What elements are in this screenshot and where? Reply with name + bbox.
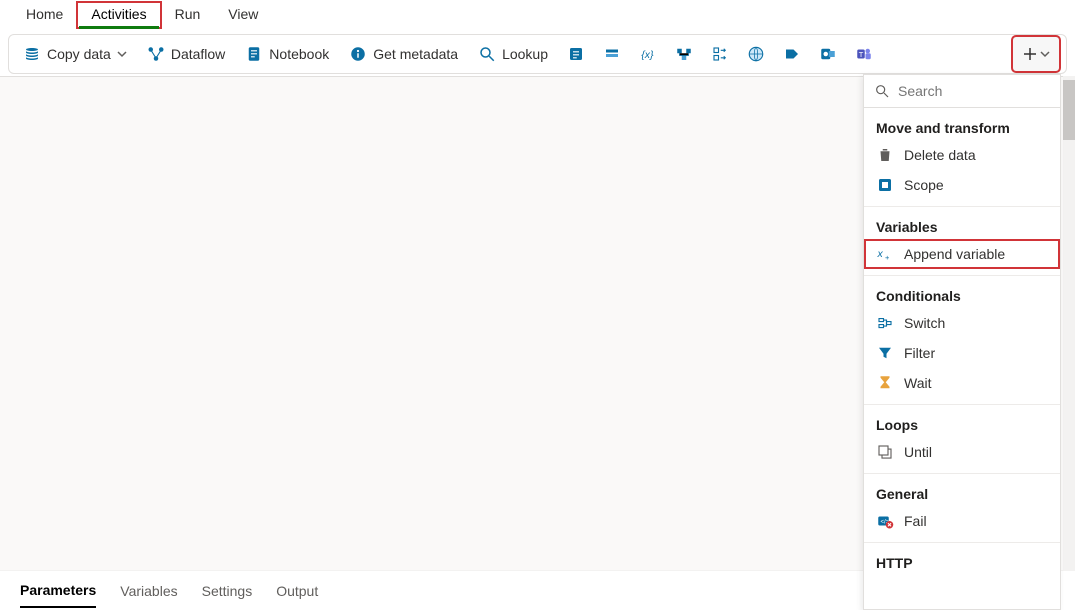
activities-toolbar: Copy data Dataflow Notebook Get metadata…: [8, 34, 1067, 74]
plus-icon: [1022, 46, 1038, 62]
section-general: General </> Fail: [864, 474, 1060, 543]
invoke-pipeline-button[interactable]: [776, 38, 808, 70]
add-activity-button[interactable]: [1012, 36, 1060, 72]
set-variable-button[interactable]: {x}: [632, 38, 664, 70]
section-title-variables: Variables: [864, 213, 1060, 239]
script-activity-button[interactable]: [560, 38, 592, 70]
tab-run[interactable]: Run: [161, 2, 215, 28]
web-activity-button[interactable]: [740, 38, 772, 70]
stored-procedure-icon: [603, 45, 621, 63]
notebook-label: Notebook: [269, 46, 329, 62]
stored-procedure-button[interactable]: [596, 38, 628, 70]
lookup-button[interactable]: Lookup: [470, 41, 556, 67]
section-http: HTTP: [864, 543, 1060, 581]
section-loops: Loops Until: [864, 405, 1060, 474]
variable-icon: {x}: [639, 45, 657, 63]
foreach-icon: [711, 45, 729, 63]
toolbar-container: Copy data Dataflow Notebook Get metadata…: [0, 30, 1075, 78]
invoke-pipeline-icon: [783, 45, 801, 63]
item-until[interactable]: Until: [864, 437, 1060, 467]
item-switch[interactable]: Switch: [864, 308, 1060, 338]
dataflow-label: Dataflow: [171, 46, 225, 62]
activity-dropdown-panel: Move and transform Delete data Scope Var…: [863, 74, 1061, 610]
script-icon: [567, 45, 585, 63]
foreach-button[interactable]: [704, 38, 736, 70]
section-title-loops: Loops: [864, 411, 1060, 437]
item-filter[interactable]: Filter: [864, 338, 1060, 368]
item-append-variable[interactable]: x+ Append variable: [864, 239, 1060, 269]
item-switch-label: Switch: [904, 315, 945, 331]
fail-icon: </>: [876, 512, 894, 530]
tab-parameters[interactable]: Parameters: [20, 574, 96, 608]
search-input[interactable]: [898, 83, 1050, 99]
lookup-label: Lookup: [502, 46, 548, 62]
teams-icon: T: [855, 45, 873, 63]
svg-text:T: T: [859, 50, 864, 59]
dataflow-button[interactable]: Dataflow: [139, 41, 233, 67]
info-icon: [349, 45, 367, 63]
item-wait[interactable]: Wait: [864, 368, 1060, 398]
section-variables: Variables x+ Append variable: [864, 207, 1060, 276]
page-scrollbar[interactable]: [1063, 76, 1075, 610]
search-icon: [478, 45, 496, 63]
until-icon: [876, 443, 894, 461]
copy-data-icon: [23, 45, 41, 63]
section-move-transform: Move and transform Delete data Scope: [864, 108, 1060, 207]
dataflow-icon: [147, 45, 165, 63]
notebook-button[interactable]: Notebook: [237, 41, 337, 67]
item-delete-data[interactable]: Delete data: [864, 140, 1060, 170]
trash-icon: [876, 146, 894, 164]
teams-activity-button[interactable]: T: [848, 38, 880, 70]
scope-icon: [876, 176, 894, 194]
hourglass-icon: [876, 374, 894, 392]
tab-settings[interactable]: Settings: [202, 575, 253, 607]
get-metadata-button[interactable]: Get metadata: [341, 41, 466, 67]
section-title-move-transform: Move and transform: [864, 114, 1060, 140]
svg-text:{x}: {x}: [641, 49, 654, 61]
functions-button[interactable]: [668, 38, 700, 70]
notebook-icon: [245, 45, 263, 63]
append-variable-icon: x+: [876, 245, 894, 263]
outlook-activity-button[interactable]: [812, 38, 844, 70]
tab-variables[interactable]: Variables: [120, 575, 177, 607]
copy-data-button[interactable]: Copy data: [15, 41, 135, 67]
item-fail-label: Fail: [904, 513, 927, 529]
svg-text:+: +: [885, 253, 890, 262]
section-title-general: General: [864, 480, 1060, 506]
functions-icon: [675, 45, 693, 63]
item-append-variable-label: Append variable: [904, 246, 1005, 262]
search-icon: [874, 83, 890, 99]
get-metadata-label: Get metadata: [373, 46, 458, 62]
outlook-icon: [819, 45, 837, 63]
item-filter-label: Filter: [904, 345, 935, 361]
item-until-label: Until: [904, 444, 932, 460]
globe-icon: [747, 45, 765, 63]
tab-home[interactable]: Home: [12, 2, 77, 28]
item-fail[interactable]: </> Fail: [864, 506, 1060, 536]
top-tab-bar: Home Activities Run View: [0, 0, 1075, 30]
section-title-conditionals: Conditionals: [864, 282, 1060, 308]
filter-icon: [876, 344, 894, 362]
item-scope-label: Scope: [904, 177, 944, 193]
chevron-down-icon: [1040, 49, 1050, 59]
copy-data-label: Copy data: [47, 46, 111, 62]
svg-text:x: x: [877, 248, 884, 260]
section-conditionals: Conditionals Switch Filter Wait: [864, 276, 1060, 405]
tab-output[interactable]: Output: [276, 575, 318, 607]
chevron-down-icon: [117, 49, 127, 59]
tab-activities[interactable]: Activities: [77, 2, 160, 28]
switch-icon: [876, 314, 894, 332]
section-title-http: HTTP: [864, 549, 1060, 575]
item-scope[interactable]: Scope: [864, 170, 1060, 200]
item-wait-label: Wait: [904, 375, 931, 391]
item-delete-data-label: Delete data: [904, 147, 976, 163]
panel-search-row: [864, 75, 1060, 108]
tab-view[interactable]: View: [214, 2, 272, 28]
